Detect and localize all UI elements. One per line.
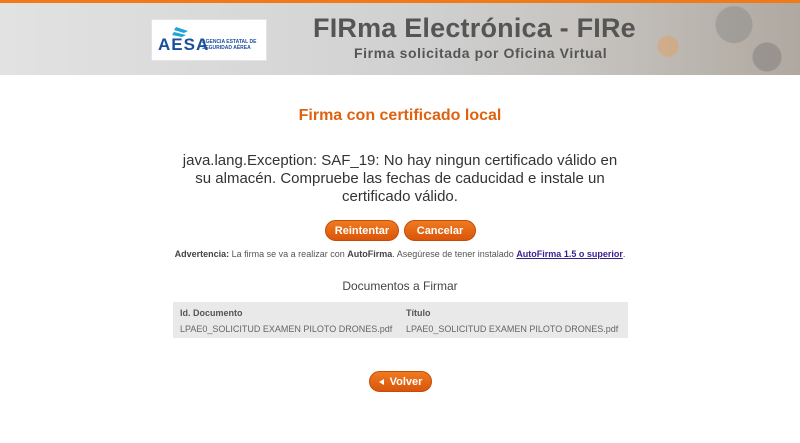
cancel-button[interactable]: Cancelar	[404, 220, 476, 241]
section-title: Firma con certificado local	[298, 107, 502, 124]
page-subtitle: Firma solicitada por Oficina Virtual	[354, 45, 608, 61]
warning-text: La firma se va a realizar con	[229, 249, 348, 259]
back-button[interactable]: Volver	[369, 371, 432, 392]
column-header-id: Id. Documento	[180, 308, 243, 318]
document-id-cell: LPAE0_SOLICITUD EXAMEN PILOTO DRONES.pdf	[180, 324, 393, 334]
page-title: FIRma Electrónica - FIRe	[313, 13, 636, 43]
aesa-logo-mark: AESA	[158, 25, 208, 55]
document-title-cell: LPAE0_SOLICITUD EXAMEN PILOTO DRONES.pdf	[406, 324, 619, 334]
back-button-label: Volver	[389, 375, 423, 388]
autofirma-download-link[interactable]: AutoFirma 1.5 o superior	[516, 249, 623, 259]
column-header-title: Título	[406, 308, 431, 318]
logo-subtitle: AGENCIA ESTATAL DE SEGURIDAD AÉREA	[202, 39, 257, 51]
logo-text: AESA	[158, 35, 210, 54]
documents-table: Id. Documento Título LPAE0_SOLICITUD EXA…	[173, 302, 628, 338]
autofirma-warning: Advertencia: La firma se va a realizar c…	[0, 249, 800, 259]
retry-button[interactable]: Reintentar	[325, 220, 399, 241]
back-arrow-icon	[378, 378, 384, 385]
warning-label: Advertencia:	[174, 249, 230, 259]
aesa-logo[interactable]: AESA AGENCIA ESTATAL DE SEGURIDAD AÉREA	[151, 19, 267, 61]
warning-text: . Asegúrese de tener instalado	[392, 249, 517, 259]
page-header: AESA AGENCIA ESTATAL DE SEGURIDAD AÉREA …	[0, 3, 800, 75]
warning-text: .	[622, 249, 626, 259]
documents-title: Documentos a Firmar	[342, 279, 458, 293]
warning-app-name: AutoFirma	[347, 249, 393, 259]
error-message: java.lang.Exception: SAF_19: No hay ning…	[182, 152, 618, 205]
